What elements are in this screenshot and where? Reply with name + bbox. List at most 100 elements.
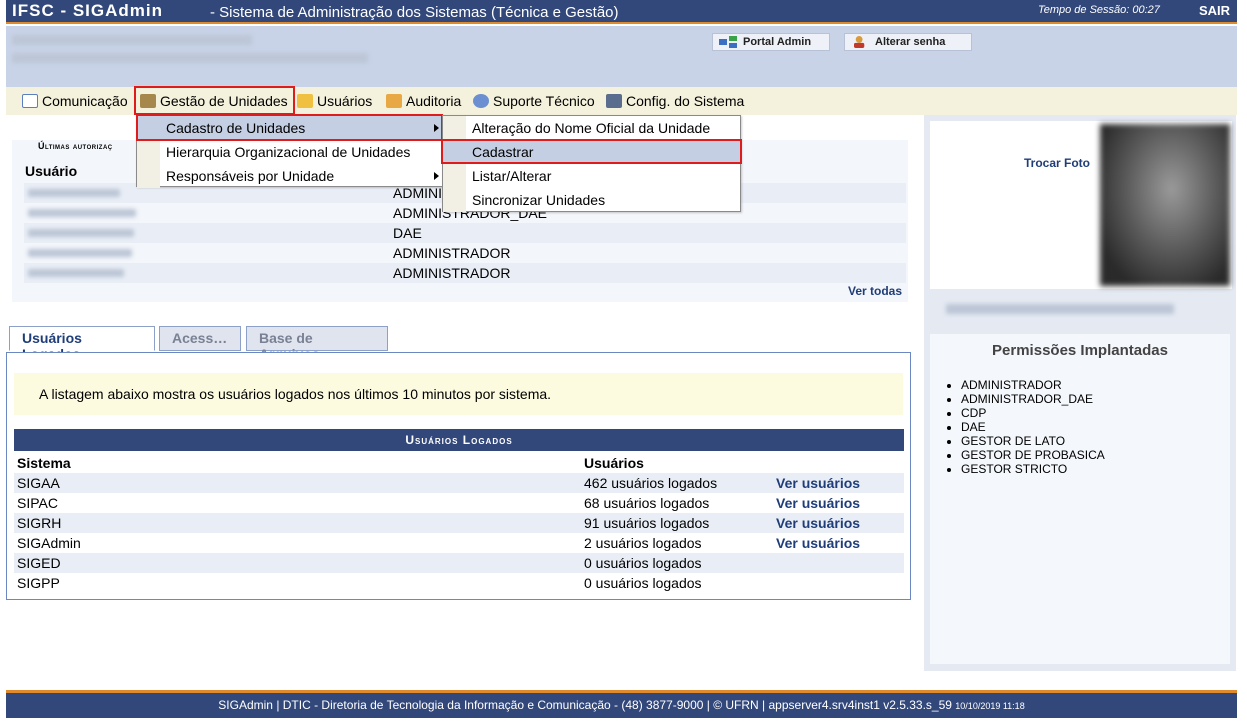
profile-name-redacted: [946, 304, 1174, 314]
session-timer: Tempo de Sessão: 00:27: [1038, 4, 1160, 16]
submenu-label: Responsáveis por Unidade: [166, 168, 335, 184]
table-row: SIGAA 462 usuários logados Ver usuários: [14, 473, 904, 493]
menu-gutter: [443, 164, 466, 188]
permissions-panel: Permissões Implantadas ADMINISTRADOR ADM…: [930, 334, 1230, 664]
system-name: - Sistema de Administração dos Sistemas …: [210, 4, 619, 21]
auth-user-redacted: [28, 249, 132, 257]
auth-user-redacted: [28, 209, 136, 217]
tab-usuarios-logados[interactable]: Usuários Logados: [9, 326, 155, 362]
auth-user-redacted: [28, 189, 120, 197]
auth-user-redacted: [28, 269, 124, 277]
cell-users: 68 usuários logados: [584, 495, 710, 511]
menu-gutter: [137, 140, 160, 164]
cell-system: SIGAA: [17, 475, 60, 491]
submenu-label: Alteração do Nome Oficial da Unidade: [472, 120, 711, 136]
cell-system: SIPAC: [17, 495, 58, 511]
cell-users: 462 usuários logados: [584, 475, 718, 491]
see-users-link[interactable]: Ver usuários: [776, 475, 860, 491]
envelope-icon: [22, 94, 38, 108]
logout-link[interactable]: SAIR: [1199, 3, 1230, 18]
submenu-item-alteracao-nome[interactable]: Alteração do Nome Oficial da Unidade: [443, 116, 740, 140]
authorizations-title: Últimas autorizaç: [38, 141, 113, 151]
submenu-item-responsaveis[interactable]: Responsáveis por Unidade: [137, 164, 442, 188]
table-row: SIPAC 68 usuários logados Ver usuários: [14, 493, 904, 513]
table-row: SIGAdmin 2 usuários logados Ver usuários: [14, 533, 904, 553]
permission-item: GESTOR DE LATO: [961, 434, 1105, 448]
table-row: SIGPP 0 usuários logados: [14, 573, 904, 593]
user-unit-redacted: [12, 53, 368, 63]
info-note: A listagem abaixo mostra os usuários log…: [14, 373, 903, 415]
permissions-title: Permissões Implantadas: [992, 342, 1168, 359]
portal-icon: [719, 36, 737, 48]
monitor-icon: [606, 94, 622, 108]
change-photo-link[interactable]: Trocar Foto: [1024, 156, 1090, 170]
submenu-item-hierarquia[interactable]: Hierarquia Organizacional de Unidades: [137, 140, 442, 164]
auth-role: DAE: [393, 225, 422, 241]
menu-label: Comunicação: [42, 93, 128, 109]
cell-system: SIGPP: [17, 575, 60, 591]
permission-item: ADMINISTRADOR: [961, 378, 1105, 392]
col-system-header: Sistema: [17, 455, 71, 471]
submenu-item-listar[interactable]: Listar/Alterar: [443, 164, 740, 188]
see-users-link[interactable]: Ver usuários: [776, 535, 860, 551]
col-users-header: Usuários: [584, 455, 644, 471]
menu-label: Config. do Sistema: [626, 93, 745, 109]
cell-system: SIGED: [17, 555, 61, 571]
cell-users: 2 usuários logados: [584, 535, 702, 551]
app-brand: IFSC - SIGAdmin: [12, 1, 163, 20]
menu-comunicacao[interactable]: Comunicação: [22, 93, 128, 109]
table-title: Usuários Logados: [14, 429, 904, 451]
highlight-gestao-unidades: [134, 86, 295, 115]
footer-text: SIGAdmin | DTIC - Diretoria de Tecnologi…: [218, 698, 952, 712]
auth-role: ADMINISTRADOR: [393, 245, 511, 261]
submenu-label: Listar/Alterar: [472, 168, 552, 184]
portal-admin-label: Portal Admin: [743, 36, 812, 48]
table-row: SIGED 0 usuários logados: [14, 553, 904, 573]
menu-gutter: [443, 116, 466, 140]
submenu-item-sincronizar[interactable]: Sincronizar Unidades: [443, 188, 740, 212]
portal-admin-button[interactable]: Portal Admin: [712, 33, 830, 51]
cell-users: 0 usuários logados: [584, 575, 702, 591]
auth-row: [24, 223, 906, 243]
menu-config[interactable]: Config. do Sistema: [606, 93, 744, 109]
change-password-button[interactable]: Alterar senha: [844, 33, 972, 51]
menu-suporte[interactable]: Suporte Técnico: [473, 93, 595, 109]
footer: SIGAdmin | DTIC - Diretoria de Tecnologi…: [6, 690, 1237, 718]
see-users-link[interactable]: Ver usuários: [776, 495, 860, 511]
user-info-bar: Portal Admin Alterar senha: [6, 26, 1237, 87]
highlight-cadastrar: [441, 139, 742, 164]
cell-users: 0 usuários logados: [584, 555, 702, 571]
highlight-cadastro-unidades: [136, 114, 443, 141]
menu-label: Auditoria: [406, 93, 462, 109]
menu-gutter: [137, 164, 160, 188]
user-key-icon: [854, 36, 865, 48]
cell-system: SIGRH: [17, 515, 62, 531]
tab-base-arquivos[interactable]: Base de Arquivos: [246, 326, 388, 362]
permission-item: GESTOR DE PROBASICA: [961, 448, 1105, 462]
cell-system: SIGAdmin: [17, 535, 81, 551]
chevron-right-icon: [434, 172, 439, 180]
menu-gutter: [443, 188, 466, 212]
see-users-link[interactable]: Ver usuários: [776, 515, 860, 531]
tab-acessos[interactable]: Acess…: [159, 326, 241, 351]
auth-user-redacted: [28, 229, 134, 237]
permission-item: ADMINISTRADOR_DAE: [961, 392, 1105, 406]
submenu-label: Hierarquia Organizacional de Unidades: [166, 144, 411, 160]
see-all-link[interactable]: Ver todas: [848, 284, 902, 298]
footer-timestamp: 10/10/2019 11:18: [955, 701, 1025, 711]
table-row: SIGRH 91 usuários logados Ver usuários: [14, 513, 904, 533]
menu-usuarios[interactable]: Usuários: [297, 93, 372, 109]
top-bar: IFSC - SIGAdmin - Sistema de Administraç…: [6, 0, 1237, 24]
menu-label: Suporte Técnico: [493, 93, 595, 109]
menu-label: Usuários: [317, 93, 373, 109]
cell-users: 91 usuários logados: [584, 515, 710, 531]
avatar: [1100, 124, 1230, 286]
change-password-label: Alterar senha: [875, 36, 946, 48]
users-icon: [297, 94, 313, 108]
permission-item: DAE: [961, 420, 1105, 434]
help-icon: [473, 94, 489, 108]
auth-col-user: Usuário: [25, 163, 78, 179]
menu-auditoria[interactable]: Auditoria: [386, 93, 461, 109]
user-name-redacted: [12, 35, 252, 45]
audit-icon: [386, 94, 402, 108]
